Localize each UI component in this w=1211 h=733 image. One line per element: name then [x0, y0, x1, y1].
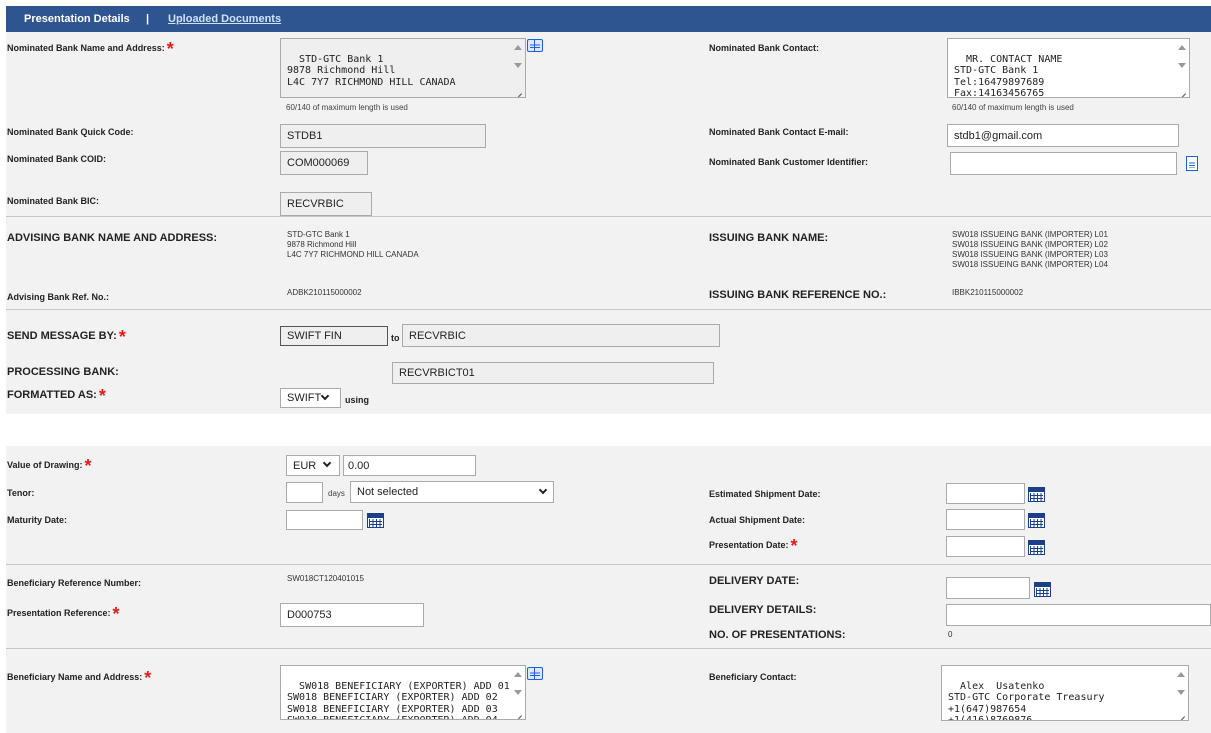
required-marker: * — [98, 386, 106, 406]
formatted-as-label: FORMATTED AS: * — [7, 386, 106, 406]
currency-select[interactable]: EUR — [286, 455, 340, 476]
issuing-bank-value: SW018 ISSUEING BANK (IMPORTER) L01 SW018… — [952, 230, 1108, 269]
calendar-icon[interactable] — [1028, 540, 1045, 555]
nominated-bank-coid-label: Nominated Bank COID: — [7, 154, 107, 164]
resize-grip-icon[interactable] — [1179, 87, 1186, 94]
issuing-bank-ref-label: ISSUING BANK REFERENCE NO.: — [709, 289, 887, 301]
advising-bank-label: ADVISING BANK NAME AND ADDRESS: — [7, 232, 218, 244]
nominated-bank-name-text: STD-GTC Bank 1 9878 Richmond Hill L4C 7Y… — [287, 53, 456, 88]
send-to-field[interactable]: RECVRBIC — [402, 324, 720, 347]
nominated-bank-name-hint: 60/140 of maximum length is used — [286, 103, 408, 112]
nominated-bank-contact-textarea[interactable]: MR. CONTACT NAME STD-GTC Bank 1 Tel:1647… — [947, 38, 1190, 98]
days-label: days — [328, 489, 345, 498]
presentation-date-label: Presentation Date: * — [709, 536, 798, 556]
beneficiary-name-text: SW018 BENEFICIARY (EXPORTER) ADD 01 SW01… — [287, 680, 510, 720]
required-marker: * — [166, 39, 174, 59]
advising-bank-ref-label: Advising Bank Ref. No.: — [7, 292, 110, 302]
presentation-reference-input[interactable]: D000753 — [280, 603, 424, 627]
maturity-date-input[interactable] — [286, 510, 363, 530]
nominated-bank-quick-code-label: Nominated Bank Quick Code: — [7, 127, 134, 137]
calendar-icon[interactable] — [367, 513, 384, 528]
maturity-date-label: Maturity Date: — [7, 515, 68, 525]
delivery-date-label: DELIVERY DATE: — [709, 575, 800, 587]
issuing-bank-ref-value: IBBK210115000002 — [952, 288, 1024, 297]
beneficiary-reference-label: Beneficiary Reference Number: — [7, 578, 142, 588]
number-of-presentations-value: 0 — [948, 630, 953, 639]
required-marker: * — [112, 604, 120, 624]
resize-grip-icon[interactable] — [515, 709, 522, 716]
nominated-bank-bic-field[interactable]: RECVRBIC — [280, 192, 372, 216]
nominated-bank-customer-id-label: Nominated Bank Customer Identifier: — [709, 157, 869, 167]
delivery-details-label: DELIVERY DETAILS: — [709, 604, 817, 616]
actual-shipment-date-input[interactable] — [946, 509, 1025, 530]
resize-grip-icon[interactable] — [515, 87, 522, 94]
tab-bar: Presentation Details | Uploaded Document… — [6, 6, 1211, 32]
nominated-bank-contact-text: MR. CONTACT NAME STD-GTC Bank 1 Tel:1647… — [954, 53, 1063, 98]
required-marker: * — [84, 456, 92, 476]
chevron-down-icon — [538, 485, 548, 495]
nominated-bank-name-label: Nominated Bank Name and Address: * — [7, 39, 174, 59]
tab-separator: | — [146, 13, 150, 25]
value-of-drawing-label: Value of Drawing: * — [7, 456, 92, 476]
nominated-bank-customer-id-input[interactable] — [950, 152, 1177, 175]
calendar-icon[interactable] — [1028, 513, 1045, 528]
formatted-as-value: SWIFT — [287, 392, 322, 404]
issuing-bank-label: ISSUING BANK NAME: — [709, 232, 829, 244]
nominated-bank-contact-label: Nominated Bank Contact: — [709, 43, 820, 53]
required-marker: * — [790, 536, 798, 556]
beneficiary-contact-textarea[interactable]: Alex Usatenko STD-GTC Corporate Treasury… — [941, 665, 1189, 721]
processing-bank-label: PROCESSING BANK: — [7, 366, 119, 378]
chevron-down-icon — [320, 391, 330, 401]
nominated-bank-bic-label: Nominated Bank BIC: — [7, 196, 100, 206]
currency-value: EUR — [293, 459, 317, 472]
beneficiary-reference-value: SW018CT120401015 — [287, 574, 364, 583]
required-marker: * — [118, 327, 126, 347]
beneficiary-contact-label: Beneficiary Contact: — [709, 672, 797, 682]
delivery-date-input[interactable] — [946, 577, 1030, 599]
estimated-shipment-date-label: Estimated Shipment Date: — [709, 489, 821, 499]
book-lookup-icon[interactable] — [527, 667, 543, 680]
actual-shipment-date-label: Actual Shipment Date: — [709, 515, 806, 525]
beneficiary-name-label: Beneficiary Name and Address: * — [7, 668, 152, 688]
to-label: to — [391, 333, 400, 343]
tab-presentation-details[interactable]: Presentation Details — [24, 13, 130, 25]
nominated-bank-name-textarea[interactable]: STD-GTC Bank 1 9878 Richmond Hill L4C 7Y… — [280, 38, 526, 98]
formatted-as-select[interactable]: SWIFT — [280, 388, 341, 408]
chevron-down-icon — [322, 458, 332, 468]
tenor-days-input[interactable] — [286, 482, 323, 503]
advising-bank-value: STD-GTC Bank 1 9878 Richmond Hill L4C 7Y… — [287, 230, 419, 259]
tab-uploaded-documents[interactable]: Uploaded Documents — [168, 13, 281, 25]
processing-bank-field[interactable]: RECVRBICT01 — [392, 362, 714, 384]
presentation-date-input[interactable] — [946, 536, 1025, 557]
nominated-bank-email-label: Nominated Bank Contact E-mail: — [709, 127, 849, 137]
calendar-icon[interactable] — [1028, 487, 1045, 502]
document-icon[interactable] — [1186, 156, 1198, 171]
nominated-bank-quick-code-field[interactable]: STDB1 — [280, 124, 486, 148]
calendar-icon[interactable] — [1034, 582, 1051, 597]
required-marker: * — [144, 668, 152, 688]
send-message-by-label: SEND MESSAGE BY: * — [7, 327, 126, 347]
nominated-bank-coid-field[interactable]: COM000069 — [280, 151, 368, 175]
send-message-by-field[interactable]: SWIFT FIN — [280, 326, 388, 346]
estimated-shipment-date-input[interactable] — [946, 483, 1025, 504]
nominated-bank-email-input[interactable]: stdb1@gmail.com — [947, 124, 1179, 147]
number-of-presentations-label: NO. OF PRESENTATIONS: — [709, 629, 846, 641]
delivery-details-input[interactable] — [946, 604, 1211, 626]
tenor-label: Tenor: — [7, 488, 35, 498]
tenor-type-value: Not selected — [357, 486, 419, 498]
advising-bank-ref-value: ADBK210115000002 — [287, 288, 362, 297]
nominated-bank-contact-hint: 60/140 of maximum length is used — [952, 103, 1074, 112]
book-lookup-icon[interactable] — [527, 39, 543, 52]
drawing-amount-input[interactable]: 0.00 — [343, 455, 476, 476]
beneficiary-name-textarea[interactable]: SW018 BENEFICIARY (EXPORTER) ADD 01 SW01… — [280, 665, 526, 720]
resize-grip-icon[interactable] — [1178, 710, 1185, 717]
presentation-reference-label: Presentation Reference: * — [7, 604, 120, 624]
beneficiary-contact-text: Alex Usatenko STD-GTC Corporate Treasury… — [948, 680, 1105, 721]
using-label: using — [345, 395, 369, 405]
tenor-type-select[interactable]: Not selected — [350, 481, 554, 503]
